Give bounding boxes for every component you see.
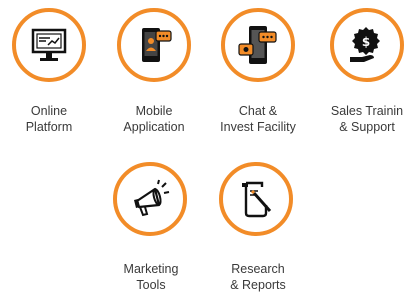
marketing-tools-circle xyxy=(113,162,187,236)
document-pen-icon xyxy=(236,179,276,219)
megaphone-icon xyxy=(129,179,171,219)
research-reports-label: Research & Reports xyxy=(230,262,286,292)
online-platform-circle xyxy=(12,8,86,82)
chat-phone-icon xyxy=(237,24,279,66)
monitor-icon xyxy=(30,27,68,63)
svg-text:$: $ xyxy=(362,35,370,49)
sales-training-circle: $ xyxy=(330,8,404,82)
chat-invest-circle xyxy=(221,8,295,82)
smartphone-icon xyxy=(134,25,174,65)
research-reports-circle xyxy=(219,162,293,236)
hand-dollar-icon: $ xyxy=(346,24,388,66)
mobile-application-circle xyxy=(117,8,191,82)
sales-training-label: Sales Trainin & Support xyxy=(330,104,404,134)
